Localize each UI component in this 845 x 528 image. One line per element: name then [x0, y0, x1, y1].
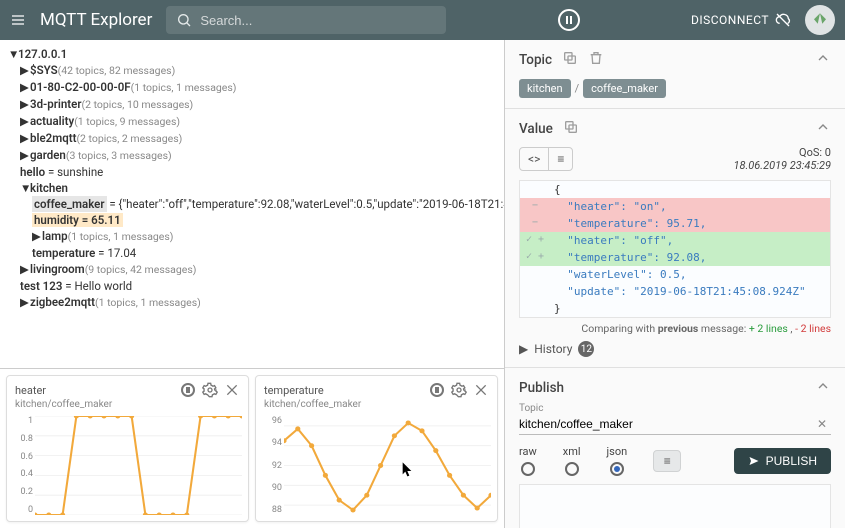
publish-payload-editor[interactable] [519, 484, 831, 528]
publish-button[interactable]: PUBLISH [734, 448, 831, 474]
publish-section: Publish Topic ✕ raw xml json ≡ PUBLI [505, 368, 845, 528]
topic-breadcrumb: kitchen / coffee_maker [519, 79, 831, 98]
format-json[interactable]: json [607, 445, 628, 476]
cloud-off-icon [775, 12, 791, 28]
tree-node[interactable]: lamp [42, 229, 68, 243]
timestamp-label: 18.06.2019 23:45:29 [733, 159, 831, 172]
close-icon[interactable] [224, 382, 240, 398]
section-title: Topic [519, 52, 552, 68]
tree-node[interactable]: temperature [32, 246, 95, 260]
charts-panel: heater kitchen/coffee_maker 10.80.60.40.… [0, 368, 504, 528]
tree-node[interactable]: $SYS [30, 63, 58, 77]
tree-node[interactable]: ble2mqtt [30, 131, 76, 145]
section-title: Value [519, 121, 553, 137]
value-diff: { − "heater": "on", − "temperature": 95.… [519, 180, 831, 318]
chart-title: temperature [264, 384, 324, 397]
format-xml[interactable]: xml [563, 445, 581, 476]
trash-icon[interactable] [588, 50, 604, 69]
chart-temperature: temperature kitchen/coffee_maker 9694929… [255, 375, 498, 522]
avatar[interactable] [805, 5, 835, 35]
chart-pause-icon[interactable] [180, 382, 196, 398]
copy-icon[interactable] [563, 119, 579, 138]
view-mode-toggle[interactable]: <> ≡ [519, 147, 573, 171]
chevron-up-icon[interactable] [815, 119, 831, 138]
topic-tree[interactable]: ▼127.0.0.1 ▶$SYS(42 topics, 82 messages)… [0, 40, 504, 368]
tree-node[interactable]: hello [20, 165, 45, 179]
breadcrumb-item[interactable]: kitchen [519, 79, 571, 98]
tree-node[interactable]: actuality [30, 114, 74, 128]
gear-icon[interactable] [451, 382, 467, 398]
list-view-icon[interactable]: ≡ [548, 148, 572, 170]
tree-node[interactable]: zigbee2mqtt [30, 295, 95, 309]
field-label: Topic [519, 403, 831, 414]
tree-node-humidity[interactable]: humidity [34, 213, 79, 227]
tree-node[interactable]: livingroom [30, 262, 85, 276]
tree-node-kitchen[interactable]: kitchen [30, 181, 68, 195]
chevron-up-icon[interactable] [815, 50, 831, 69]
search-input-wrap[interactable] [166, 6, 446, 34]
tree-node[interactable]: 3d-printer [30, 97, 81, 111]
section-title: Publish [519, 380, 564, 396]
history-toggle[interactable]: ▶ History 12 [519, 341, 831, 357]
compare-summary: Comparing with previous message: + 2 lin… [519, 318, 831, 335]
chevron-up-icon[interactable] [815, 378, 831, 397]
disconnect-button[interactable]: DISCONNECT [691, 12, 791, 28]
history-count-badge: 12 [578, 341, 594, 357]
tree-root[interactable]: 127.0.0.1 [18, 47, 67, 61]
tree-node[interactable]: 01-80-C2-00-00-0F [30, 80, 131, 94]
chart-subtitle: kitchen/coffee_maker [15, 399, 240, 410]
search-input[interactable] [200, 13, 436, 28]
search-icon [176, 12, 192, 28]
chevron-right-icon: ▶ [519, 342, 528, 356]
chart-pause-icon[interactable] [429, 382, 445, 398]
gear-icon[interactable] [202, 382, 218, 398]
code-view-icon[interactable]: <> [520, 148, 548, 170]
appbar: MQTT Explorer DISCONNECT [0, 0, 845, 40]
format-raw[interactable]: raw [519, 445, 537, 476]
chart-subtitle: kitchen/coffee_maker [264, 399, 489, 410]
tree-node-coffee_maker[interactable]: coffee_maker [32, 196, 107, 212]
format-options-icon[interactable]: ≡ [653, 450, 681, 472]
qos-label: QoS: 0 [733, 146, 831, 159]
value-section: Value <> ≡ QoS: 0 18.06.2019 23:45:29 { … [505, 109, 845, 368]
hamburger-icon[interactable] [10, 12, 26, 28]
close-icon[interactable] [473, 382, 489, 398]
clear-icon[interactable]: ✕ [813, 417, 831, 431]
breadcrumb-item[interactable]: coffee_maker [583, 79, 666, 98]
tree-node[interactable]: garden [30, 148, 66, 162]
copy-icon[interactable] [562, 50, 578, 69]
publish-topic-input[interactable] [519, 417, 813, 431]
tree-node[interactable]: test 123 [20, 279, 62, 293]
app-title: MQTT Explorer [40, 10, 152, 30]
topic-section: Topic kitchen / coffee_maker [505, 40, 845, 109]
chart-heater: heater kitchen/coffee_maker 10.80.60.40.… [6, 375, 249, 522]
chart-title: heater [15, 384, 46, 397]
pause-button[interactable] [558, 9, 580, 31]
